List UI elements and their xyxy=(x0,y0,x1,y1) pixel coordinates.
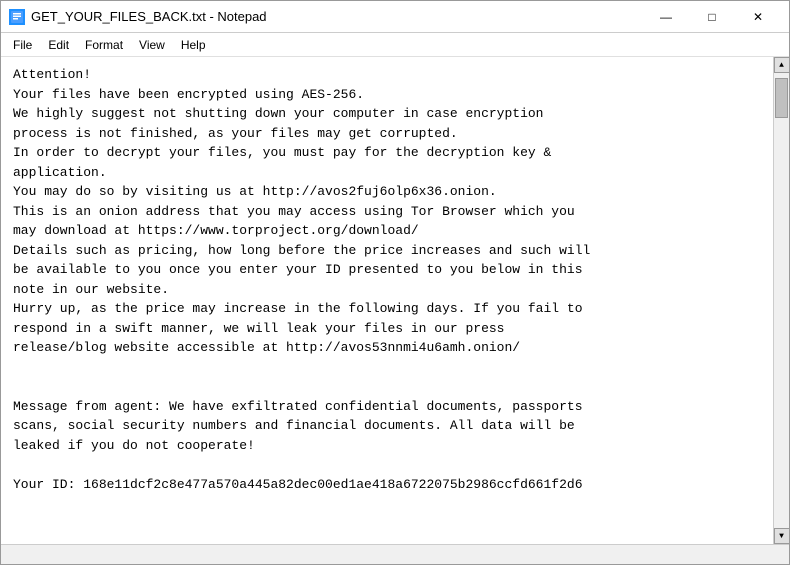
notepad-window: GET_YOUR_FILES_BACK.txt - Notepad — □ ✕ … xyxy=(0,0,790,565)
scrollbar[interactable]: ▲ ▼ xyxy=(773,57,789,544)
text-editor[interactable]: Attention! Your files have been encrypte… xyxy=(1,57,773,544)
title-bar-left: GET_YOUR_FILES_BACK.txt - Notepad xyxy=(9,9,267,25)
menu-bar: File Edit Format View Help xyxy=(1,33,789,57)
menu-view[interactable]: View xyxy=(131,36,173,54)
menu-file[interactable]: File xyxy=(5,36,40,54)
scroll-down-button[interactable]: ▼ xyxy=(774,528,790,544)
minimize-button[interactable]: — xyxy=(643,5,689,29)
title-bar: GET_YOUR_FILES_BACK.txt - Notepad — □ ✕ xyxy=(1,1,789,33)
scroll-track[interactable] xyxy=(774,73,789,528)
menu-help[interactable]: Help xyxy=(173,36,214,54)
content-area: Attention! Your files have been encrypte… xyxy=(1,57,789,544)
status-bar xyxy=(1,544,789,564)
window-title: GET_YOUR_FILES_BACK.txt - Notepad xyxy=(31,9,267,24)
notepad-icon xyxy=(9,9,25,25)
close-button[interactable]: ✕ xyxy=(735,5,781,29)
menu-format[interactable]: Format xyxy=(77,36,131,54)
scroll-thumb[interactable] xyxy=(775,78,788,118)
maximize-button[interactable]: □ xyxy=(689,5,735,29)
title-bar-controls: — □ ✕ xyxy=(643,5,781,29)
menu-edit[interactable]: Edit xyxy=(40,36,77,54)
scroll-up-button[interactable]: ▲ xyxy=(774,57,790,73)
